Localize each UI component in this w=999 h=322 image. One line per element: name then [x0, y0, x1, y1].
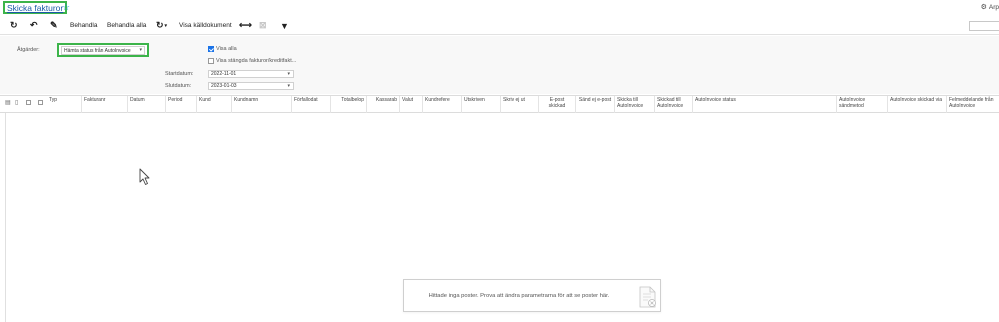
startdatum-value: 2022-11-01 — [211, 71, 237, 77]
empty-state-text: Hittade inga poster. Prova att ändra par… — [428, 293, 610, 299]
undo-icon[interactable]: ↶ — [30, 20, 38, 31]
top-right-menu[interactable]: ⚙ Arp — [980, 3, 999, 12]
behandla-button[interactable]: Behandla — [70, 20, 97, 31]
sync-dropdown-icon[interactable]: ↻ ▾ — [156, 20, 167, 31]
mouse-pointer-icon — [139, 168, 150, 185]
title-bar: Skicka fakturor ☆ ⚙ Arp — [0, 0, 999, 16]
col-period[interactable]: Period — [166, 96, 197, 113]
visa-alla-checkbox[interactable] — [208, 46, 214, 52]
atgarder-select[interactable]: Hämta status från AutoInvoice ▾ — [61, 46, 145, 55]
visa-kalldokument-button[interactable]: Visa källdokument — [179, 20, 232, 31]
col-kund[interactable]: Kund — [197, 96, 232, 113]
select-all-checkbox[interactable] — [26, 100, 31, 105]
chevron-down-icon: ▾ — [139, 47, 142, 53]
visa-alla-label: Visa alla — [216, 46, 237, 52]
col-kundrefere[interactable]: Kundrefere — [423, 96, 462, 113]
attachment-icon[interactable]: ▤ — [5, 99, 11, 106]
col-autoinvoice-skickad-via[interactable]: AutoInvoice skickad via — [888, 96, 947, 113]
startdatum-label: Startdatum: — [165, 71, 194, 77]
favorite-star-icon[interactable]: ☆ — [62, 2, 70, 13]
col-skicka-till-autoinvoice[interactable]: Skicka till AutoInvoice — [615, 96, 655, 113]
grid-left-border — [5, 113, 6, 322]
atgarder-label: Åtgärder: — [17, 47, 40, 53]
empty-document-icon — [639, 286, 656, 308]
filter-panel — [0, 36, 999, 94]
slutdatum-value: 2023-01-03 — [211, 83, 237, 89]
col-epost-skickad[interactable]: E-post skickad — [539, 96, 576, 113]
grid-header: ▤ ▯ Typ Fakturanr Datum Period Kund Kund… — [0, 95, 999, 113]
col-sand-ej-epost[interactable]: Sänd ej e-post — [576, 96, 615, 113]
slutdatum-input[interactable]: 2023-01-03 ▾ — [208, 82, 294, 90]
slutdatum-label: Slutdatum: — [165, 83, 192, 89]
visa-stangda-label: Visa stängda fakturor/kreditfakt... — [216, 58, 297, 64]
col-totalbelop[interactable]: Totalbelop — [331, 96, 367, 113]
col-fakturanr[interactable]: Fakturanr — [82, 96, 128, 113]
top-right-label: Arp — [988, 3, 999, 11]
visa-stangda-checkbox[interactable] — [208, 58, 214, 64]
toolbar: ↻ ↶ ✎ Behandla Behandla alla ↻ ▾ Visa käl… — [0, 17, 999, 35]
col-datum[interactable]: Datum — [128, 96, 166, 113]
refresh-icon[interactable]: ↻ — [10, 20, 18, 31]
chevron-down-icon: ▾ — [287, 71, 290, 77]
export-icon[interactable]: ⊠ — [259, 20, 267, 31]
filter-icon[interactable]: ▼ — [280, 20, 289, 31]
search-input[interactable] — [969, 21, 999, 31]
customize-icon: ⚙ — [980, 4, 987, 11]
action-select-highlight: Hämta status från AutoInvoice ▾ — [57, 43, 149, 57]
col-skriv-ej-ut[interactable]: Skriv ej ut — [501, 96, 539, 113]
behandla-alla-button[interactable]: Behandla alla — [107, 20, 146, 31]
page-title-box: Skicka fakturor — [3, 1, 68, 14]
col-skickad-till-autoinvoice[interactable]: Skickad till AutoInvoice — [655, 96, 693, 113]
startdatum-input[interactable]: 2022-11-01 ▾ — [208, 70, 294, 78]
col-utskriven[interactable]: Utskriven — [462, 96, 501, 113]
chevron-down-icon: ▾ — [287, 83, 290, 89]
col-typ[interactable]: Typ — [47, 96, 82, 113]
page-title[interactable]: Skicka fakturor — [7, 3, 63, 13]
pencil-icon[interactable]: ✎ — [50, 20, 58, 31]
notes-icon[interactable]: ▯ — [15, 99, 18, 106]
col-kundnamn[interactable]: Kundnamn — [232, 96, 292, 113]
col-autoinvoice-status[interactable]: AutoInvoice status — [693, 96, 837, 113]
atgarder-value: Hämta status från AutoInvoice — [64, 47, 131, 54]
col-kassarab[interactable]: Kassarab — [367, 96, 400, 113]
col-valut[interactable]: Valut — [400, 96, 423, 113]
select-all-checkbox-2[interactable] — [38, 100, 43, 105]
col-forfallodat[interactable]: Förfallodat — [292, 96, 331, 113]
col-autoinvoice-sandmetod[interactable]: AutoInvoice sändmetod — [837, 96, 888, 113]
col-felmeddelande[interactable]: Felmeddelande från AutoInvoice — [947, 96, 999, 113]
fit-columns-icon[interactable]: ⟷ — [239, 20, 252, 31]
empty-state-message: Hittade inga poster. Prova att ändra par… — [403, 279, 661, 312]
